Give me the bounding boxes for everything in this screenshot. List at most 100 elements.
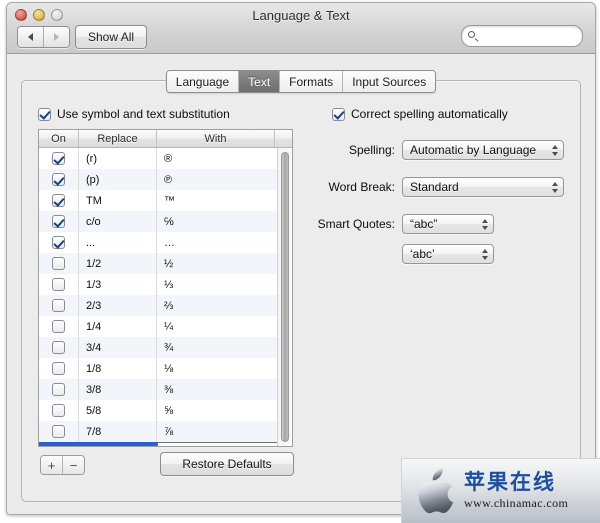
row-replace-cell: 1/2 — [79, 253, 157, 274]
row-checkbox[interactable] — [52, 278, 65, 291]
back-button[interactable] — [18, 27, 43, 47]
row-with-cell: ¼ — [157, 316, 292, 337]
row-on-cell[interactable] — [39, 442, 79, 446]
restore-defaults-button[interactable]: Restore Defaults — [160, 452, 294, 476]
row-on-cell[interactable] — [39, 211, 79, 232]
row-checkbox[interactable] — [52, 152, 65, 165]
row-checkbox[interactable] — [52, 383, 65, 396]
row-checkbox[interactable] — [52, 299, 65, 312]
table-header-row: On Replace With — [39, 130, 292, 148]
preferences-window: Language & Text Show All Language Text F… — [6, 2, 596, 515]
row-on-cell[interactable] — [39, 295, 79, 316]
use-substitution-label: Use symbol and text substitution — [57, 107, 230, 121]
window-titlebar: Language & Text Show All — [7, 3, 595, 54]
window-title: Language & Text — [7, 8, 595, 23]
chevron-right-icon — [54, 33, 59, 41]
table-row[interactable]: 3/8 ⅜ — [39, 379, 292, 400]
row-with-cell: … — [157, 232, 292, 253]
row-with-cell: ℗ — [157, 169, 292, 190]
row-checkbox[interactable] — [52, 236, 65, 249]
tab-input-sources[interactable]: Input Sources — [342, 71, 435, 92]
row-replace-cell: TM — [79, 190, 157, 211]
correct-spelling-checkbox[interactable] — [332, 108, 345, 121]
row-checkbox[interactable] — [52, 320, 65, 333]
tab-formats[interactable]: Formats — [279, 71, 342, 92]
scrollbar-thumb[interactable] — [281, 152, 289, 442]
row-on-cell[interactable] — [39, 379, 79, 400]
add-substitution-button[interactable]: + — [41, 456, 62, 474]
show-all-button[interactable]: Show All — [75, 25, 147, 49]
table-vertical-scrollbar[interactable] — [277, 148, 292, 446]
table-row[interactable]: 2/3 ⅔ — [39, 295, 292, 316]
row-on-cell[interactable] — [39, 253, 79, 274]
row-checkbox[interactable] — [52, 215, 65, 228]
row-replace-cell: 2/3 — [79, 295, 157, 316]
row-checkbox[interactable] — [52, 425, 65, 438]
row-with-cell: ⅞ — [157, 421, 292, 442]
word-break-popup-button[interactable]: Standard — [402, 177, 564, 197]
row-on-cell[interactable] — [39, 337, 79, 358]
row-checkbox[interactable] — [52, 362, 65, 375]
smart-quotes-single-popup-button[interactable]: ‘abc’ — [402, 244, 494, 264]
table-row[interactable]: 1/2 ½ — [39, 253, 292, 274]
row-on-cell[interactable] — [39, 190, 79, 211]
substitution-section: Use symbol and text substitution On Repl… — [38, 107, 310, 489]
row-on-cell[interactable] — [39, 169, 79, 190]
row-checkbox[interactable] — [52, 194, 65, 207]
use-substitution-checkbox-row[interactable]: Use symbol and text substitution — [38, 107, 310, 121]
row-checkbox[interactable] — [52, 404, 65, 417]
table-row[interactable]: 5/8 ⅝ — [39, 400, 292, 421]
row-with-cell: ⅓ — [157, 274, 292, 295]
row-checkbox[interactable] — [52, 173, 65, 186]
table-row[interactable]: 1/8 ⅛ — [39, 358, 292, 379]
tab-text[interactable]: Text — [238, 71, 279, 92]
column-header-replace[interactable]: Replace — [79, 130, 157, 147]
row-on-cell[interactable] — [39, 148, 79, 169]
row-on-cell[interactable] — [39, 400, 79, 421]
use-substitution-checkbox[interactable] — [38, 108, 51, 121]
table-row[interactable]: ... … — [39, 232, 292, 253]
column-header-with[interactable]: With — [157, 130, 275, 147]
search-input[interactable] — [482, 29, 578, 43]
search-field[interactable] — [461, 25, 583, 47]
row-replace-cell: 3/8 — [79, 379, 157, 400]
window-body: Language Text Formats Input Sources Use … — [7, 54, 595, 514]
spelling-value: Automatic by Language — [410, 143, 548, 157]
chevron-left-icon — [28, 33, 33, 41]
row-on-cell[interactable] — [39, 316, 79, 337]
table-row[interactable]: 3/4 ¾ — [39, 337, 292, 358]
search-icon — [468, 31, 479, 42]
correct-spelling-checkbox-row[interactable]: Correct spelling automatically — [332, 107, 508, 121]
smart-quotes-double-value: “abc” — [410, 217, 478, 231]
row-with-edit-input[interactable]: eryone@osxdaily.com — [157, 442, 291, 446]
smart-quotes-single-row: ‘abc’ — [310, 244, 564, 264]
row-on-cell[interactable] — [39, 232, 79, 253]
table-row[interactable]: 1/4 ¼ — [39, 316, 292, 337]
row-on-cell[interactable] — [39, 274, 79, 295]
table-row[interactable]: c/o ℅ — [39, 211, 292, 232]
table-row[interactable]: (r) ® — [39, 148, 292, 169]
row-replace-cell: 1/8 — [79, 358, 157, 379]
column-header-on[interactable]: On — [39, 130, 79, 147]
table-row[interactable]: TM ™ — [39, 190, 292, 211]
row-checkbox[interactable] — [52, 257, 65, 270]
word-break-row: Word Break: Standard — [310, 177, 564, 197]
smart-quotes-double-popup-button[interactable]: “abc” — [402, 214, 494, 234]
table-row[interactable]: 1/3 ⅓ — [39, 274, 292, 295]
row-with-cell: ⅝ — [157, 400, 292, 421]
row-on-cell[interactable] — [39, 421, 79, 442]
row-checkbox[interactable] — [52, 341, 65, 354]
table-row[interactable]: (p) ℗ — [39, 169, 292, 190]
substitutions-table: On Replace With (r) ® — [38, 129, 293, 447]
spelling-label: Spelling: — [310, 143, 402, 157]
watermark-url: www.chinamac.com — [464, 496, 568, 511]
table-row-selected[interactable]: emId eryone@osxdaily.com — [39, 442, 292, 446]
spelling-popup-button[interactable]: Automatic by Language — [402, 140, 564, 160]
row-replace-cell: c/o — [79, 211, 157, 232]
remove-substitution-button[interactable]: − — [62, 456, 84, 474]
forward-button — [43, 27, 69, 47]
table-row[interactable]: 7/8 ⅞ — [39, 421, 292, 442]
row-replace-cell: (p) — [79, 169, 157, 190]
tab-language[interactable]: Language — [167, 71, 238, 92]
row-on-cell[interactable] — [39, 358, 79, 379]
